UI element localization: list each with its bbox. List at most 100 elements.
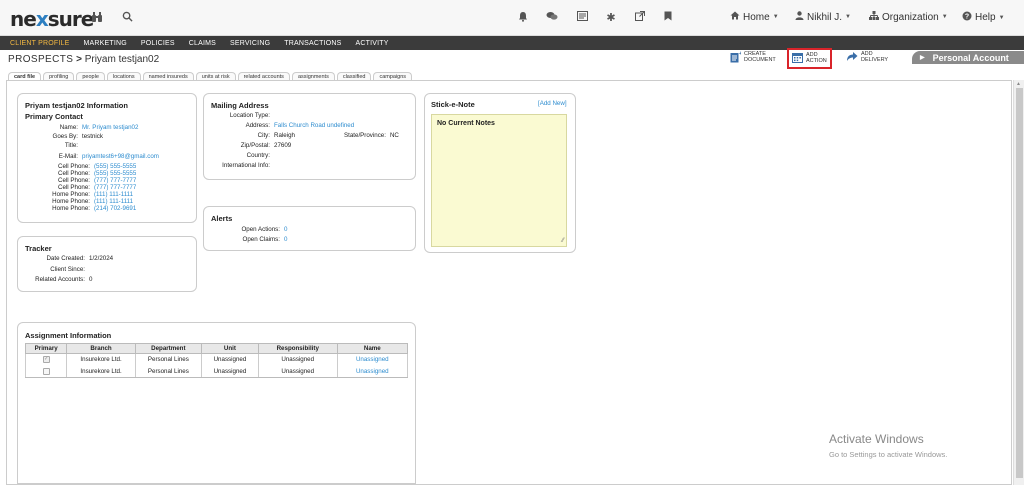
unit-cell: Unassigned <box>200 353 259 366</box>
add-action-line2: ACTION <box>806 58 827 64</box>
bookmark-icon[interactable] <box>661 11 675 25</box>
branch-cell: Insurekore Ltd. <box>66 353 136 366</box>
personal-account-tab[interactable]: ▶ Personal Account <box>912 51 1024 64</box>
tracker-panel: Tracker Date Created: 1/2/2024 Client Sin… <box>17 236 197 292</box>
organization-menu[interactable]: Organization ▼ <box>869 11 948 23</box>
state-label: State/Province: <box>344 132 386 139</box>
address-label: Address: <box>245 122 270 129</box>
vertical-scrollbar[interactable]: ▲ <box>1013 80 1024 485</box>
date-created-label: Date Created: <box>46 255 85 262</box>
phone-link[interactable]: (214) 702-9691 <box>94 205 136 212</box>
svg-text:?: ? <box>965 14 969 21</box>
organization-menu-label: Organization <box>882 11 939 23</box>
home-icon <box>730 11 740 23</box>
help-menu[interactable]: ? Help ▼ <box>962 11 1005 24</box>
assignee-link[interactable]: Unassigned <box>336 365 409 378</box>
assignee-link[interactable]: Unassigned <box>336 353 409 366</box>
document-plus-icon: + <box>730 51 742 65</box>
nav-activity[interactable]: ACTIVITY <box>355 40 388 47</box>
tab-assignments[interactable]: assignments <box>291 72 335 80</box>
caret-down-icon: ▼ <box>941 14 948 20</box>
mailing-address-title: Mailing Address <box>211 101 269 110</box>
primary-checkbox[interactable] <box>42 367 50 375</box>
phone-link[interactable]: (777) 777-7777 <box>94 177 136 184</box>
phone-link[interactable]: (111) 111-1111 <box>94 198 133 205</box>
nav-marketing[interactable]: MARKETING <box>83 40 126 47</box>
nav-client-profile[interactable]: CLIENT PROFILE <box>10 40 69 47</box>
card-file-content: Priyam testjan02 Information Primary Con… <box>6 80 1012 485</box>
responsibility-cell: Unassigned <box>257 353 338 366</box>
nav-servicing[interactable]: SERVICING <box>230 40 270 47</box>
primary-checkbox[interactable]: ✓ <box>42 356 50 364</box>
create-document-button[interactable]: + CREATE DOCUMENT <box>730 51 776 65</box>
asterisk-icon[interactable]: ✱ <box>604 11 618 25</box>
caret-down-icon: ▼ <box>845 14 851 20</box>
tab-people[interactable]: people <box>76 72 105 80</box>
sitemap-icon <box>869 11 879 23</box>
breadcrumb-prospects[interactable]: PROSPECTS <box>8 54 73 65</box>
title-label: Title: <box>64 142 78 149</box>
stick-e-note-title: Stick-e-Note <box>431 100 475 109</box>
tab-named-insureds[interactable]: named insureds <box>142 72 194 80</box>
breadcrumb-separator: > <box>76 54 82 65</box>
open-claims-link[interactable]: 0 <box>284 236 287 243</box>
notes-textarea[interactable]: No Current Notes ⁄⁄ <box>431 114 567 247</box>
contact-name[interactable]: Mr. Priyam testjan02 <box>82 124 138 131</box>
add-action-button[interactable]: ADD ACTION <box>787 48 832 69</box>
external-link-icon[interactable] <box>633 11 647 25</box>
bell-icon[interactable] <box>516 11 530 25</box>
no-notes-text: No Current Notes <box>437 120 495 127</box>
table-row: Insurekore Ltd. Personal Lines Unassigne… <box>24 365 409 378</box>
address-link[interactable]: Falls Church Road undefined <box>274 122 354 129</box>
nav-claims[interactable]: CLAIMS <box>189 40 216 47</box>
tab-units-at-risk[interactable]: units at risk <box>195 72 236 80</box>
email-link[interactable]: priyamtest6+98@gmail.com <box>82 153 159 160</box>
svg-text:+: + <box>739 51 741 57</box>
sub-tabs: card file profiling people locations nam… <box>8 72 414 80</box>
resize-handle-icon[interactable]: ⁄⁄ <box>562 238 564 244</box>
add-new-note-link[interactable]: [Add New] <box>538 100 567 107</box>
user-menu[interactable]: Nikhil J. ▼ <box>795 11 851 23</box>
list-icon[interactable] <box>575 11 589 25</box>
date-created-value: 1/2/2024 <box>89 255 114 262</box>
tab-profiling[interactable]: profiling <box>43 72 75 80</box>
nav-transactions[interactable]: TRANSACTIONS <box>284 40 341 47</box>
nav-policies[interactable]: POLICIES <box>141 40 175 47</box>
tab-locations[interactable]: locations <box>106 72 141 80</box>
search-icon[interactable] <box>120 11 134 25</box>
column-header-responsibility: Responsibility <box>257 343 338 354</box>
mailing-address-panel: Mailing Address Location Type: Address: F… <box>203 93 416 180</box>
tab-classified[interactable]: classified <box>336 72 372 80</box>
tab-related-accounts[interactable]: related accounts <box>237 72 290 80</box>
tab-campaigns[interactable]: campaigns <box>373 72 413 80</box>
activate-windows-watermark: Activate Windows Go to Settings to activ… <box>829 432 947 459</box>
home-menu-label: Home <box>743 11 770 23</box>
related-accounts-value: 0 <box>89 276 93 283</box>
scroll-up-icon[interactable]: ▲ <box>1016 81 1021 87</box>
phone-label: Cell Phone: <box>58 184 90 191</box>
client-information-panel: Priyam testjan02 Information Primary Con… <box>17 93 197 223</box>
chat-icon[interactable] <box>545 11 559 25</box>
share-arrow-icon <box>846 51 858 64</box>
open-actions-link[interactable]: 0 <box>284 226 287 233</box>
caret-right-icon: ▶ <box>920 55 925 61</box>
column-header-branch: Branch <box>66 343 136 354</box>
phone-link[interactable]: (555) 555-5555 <box>94 170 136 177</box>
phone-link[interactable]: (555) 555-5555 <box>94 163 136 170</box>
tab-card-file[interactable]: card file <box>8 72 42 80</box>
home-menu[interactable]: Home ▼ <box>730 11 779 23</box>
goes-by-value: testnick <box>82 133 103 140</box>
city-value: Raleigh <box>274 132 295 139</box>
binoculars-icon[interactable] <box>90 11 104 25</box>
phone-link[interactable]: (111) 111-1111 <box>94 191 133 198</box>
phone-label: Cell Phone: <box>58 170 90 177</box>
nexsure-logo[interactable]: nexsure <box>10 7 94 31</box>
related-accounts-label: Related Accounts: <box>35 276 85 283</box>
scrollbar-thumb[interactable] <box>1016 88 1023 478</box>
add-delivery-button[interactable]: ADD DELIVERY <box>846 51 888 64</box>
responsibility-cell: Unassigned <box>257 365 338 378</box>
account-name: Priyam testjan02 <box>84 54 160 65</box>
top-bar: nexsure ✱ Home ▼ Nikhil J. ▼ Organizatio… <box>0 0 1024 36</box>
phone-link[interactable]: (777) 777-7777 <box>94 184 136 191</box>
user-menu-label: Nikhil J. <box>807 11 843 23</box>
